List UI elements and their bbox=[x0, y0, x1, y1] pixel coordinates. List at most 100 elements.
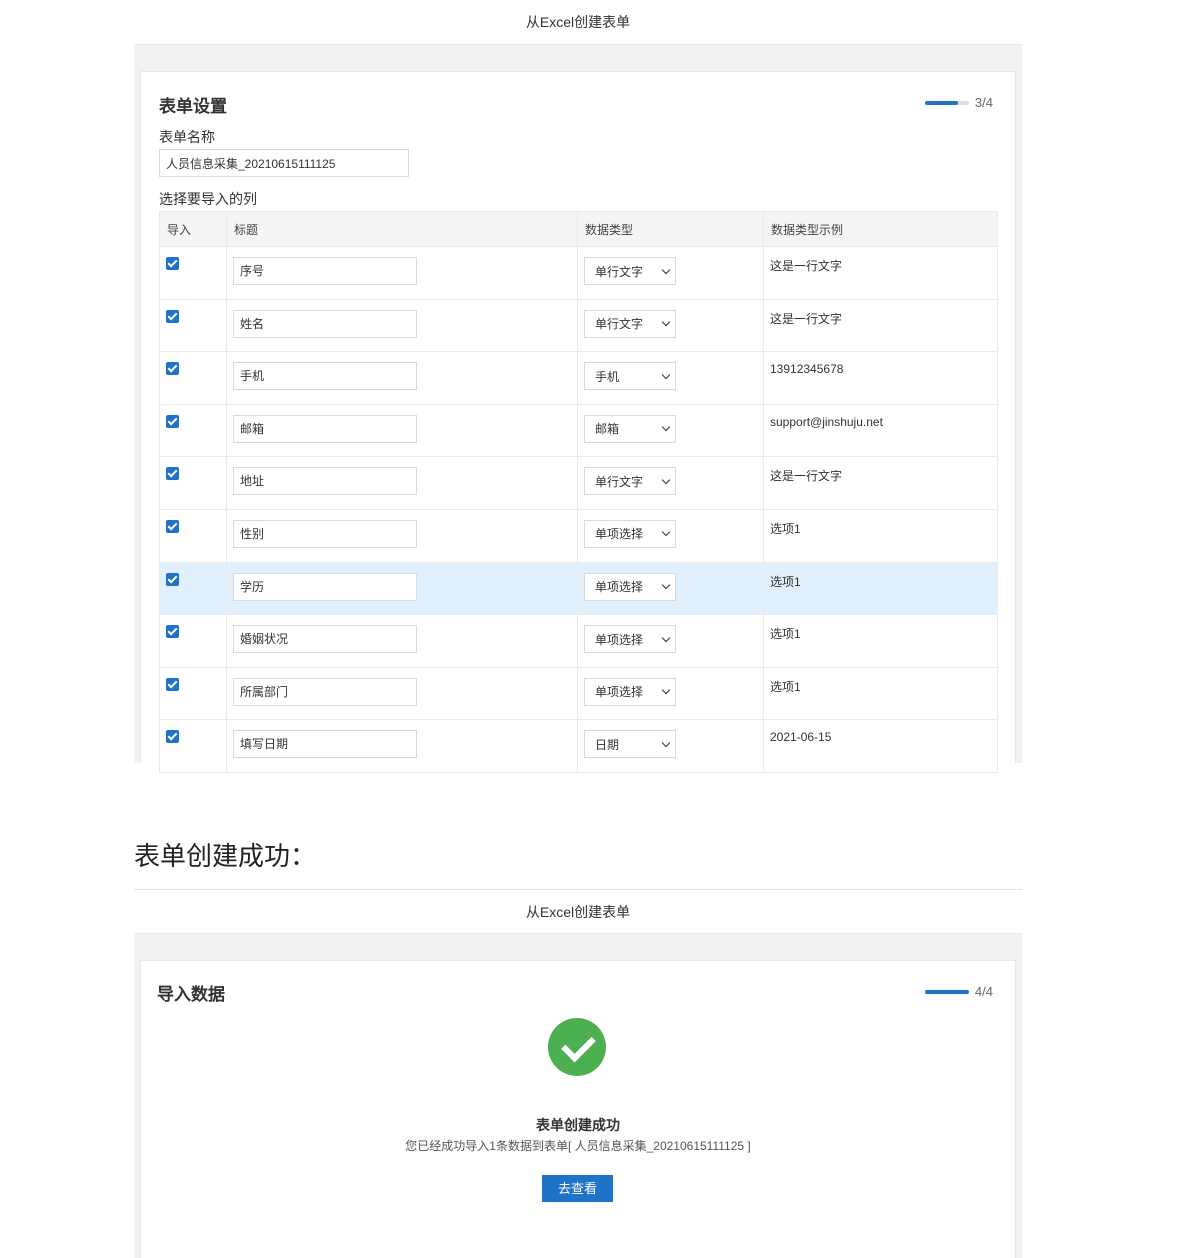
data-type-select[interactable]: 单项选择 bbox=[584, 572, 676, 601]
chevron-down-icon bbox=[661, 528, 671, 537]
window-title: 从Excel创建表单 bbox=[525, 14, 631, 30]
table-row: 姓名 单行文字 这是一行文字 bbox=[159, 298, 998, 353]
data-type-select[interactable]: 单项选择 bbox=[584, 519, 676, 548]
data-type-select[interactable]: 单行文字 bbox=[584, 467, 676, 496]
content-background-2: 导入数据 4/4 表单创建成功 您已经成功导入1条数据到表单[ 人员信息采集_2… bbox=[134, 933, 1022, 1258]
form-settings-card: 表单设置 3/4 表单名称 选择要导入的列 导入 标题 数据类型 数据类型示例 … bbox=[140, 71, 1016, 773]
table-row: 婚姻状况 单项选择 选项1 bbox=[159, 614, 998, 668]
import-cell bbox=[159, 246, 227, 300]
data-type-select[interactable]: 单行文字 bbox=[584, 309, 676, 338]
type-cell: 日期 bbox=[577, 719, 764, 773]
data-type-example: 这是一行文字 bbox=[770, 259, 843, 273]
type-cell: 单项选择 bbox=[577, 614, 764, 668]
import-checkbox[interactable] bbox=[166, 362, 179, 376]
chevron-down-icon bbox=[661, 370, 671, 379]
chevron-down-icon bbox=[661, 423, 671, 432]
import-cell bbox=[159, 456, 227, 510]
data-type-example: support@jinshuju.net bbox=[770, 414, 883, 429]
import-checkbox[interactable] bbox=[166, 677, 179, 691]
import-data-card: 导入数据 4/4 表单创建成功 您已经成功导入1条数据到表单[ 人员信息采集_2… bbox=[140, 960, 1016, 1258]
column-title-input[interactable]: 所属部门 bbox=[233, 677, 417, 706]
header-title: 标题 bbox=[226, 211, 578, 247]
import-checkbox[interactable] bbox=[166, 572, 179, 586]
columns-label: 选择要导入的列 bbox=[159, 191, 257, 207]
data-type-value: 日期 bbox=[595, 737, 620, 752]
table-row: 性别 单项选择 选项1 bbox=[159, 508, 998, 563]
import-checkbox[interactable] bbox=[166, 625, 179, 639]
header-type: 数据类型 bbox=[577, 211, 764, 247]
data-type-example: 13912345678 bbox=[770, 362, 844, 377]
title-cell: 序号 bbox=[226, 246, 578, 300]
chevron-down-icon bbox=[661, 317, 671, 327]
example-cell: 13912345678 bbox=[763, 351, 998, 405]
data-type-example: 选项1 bbox=[770, 574, 801, 589]
column-title-input[interactable]: 手机 bbox=[233, 362, 417, 391]
chevron-down-icon bbox=[661, 580, 671, 590]
data-type-value: 单行文字 bbox=[595, 264, 644, 279]
content-background: 表单设置 3/4 表单名称 选择要导入的列 导入 标题 数据类型 数据类型示例 … bbox=[134, 44, 1022, 773]
title-cell: 姓名 bbox=[226, 298, 578, 353]
title-cell: 婚姻状况 bbox=[226, 614, 578, 668]
type-cell: 单项选择 bbox=[577, 561, 764, 616]
section-heading: 表单创建成功： bbox=[134, 841, 317, 871]
example-cell: 这是一行文字 bbox=[763, 298, 998, 353]
data-type-value: 邮箱 bbox=[595, 422, 620, 437]
table-row: 所属部门 单项选择 选项1 bbox=[159, 666, 998, 721]
import-cell bbox=[159, 666, 227, 721]
import-checkbox[interactable] bbox=[166, 414, 179, 428]
import-checkbox[interactable] bbox=[166, 730, 179, 744]
title-cell: 填写日期 bbox=[226, 719, 578, 773]
type-cell: 单行文字 bbox=[577, 298, 764, 353]
data-type-select[interactable]: 日期 bbox=[584, 730, 676, 759]
type-cell: 手机 bbox=[577, 351, 764, 405]
data-type-select[interactable]: 单项选择 bbox=[584, 677, 676, 706]
import-cell bbox=[159, 351, 227, 405]
table-row: 填写日期 日期 2021-06-15 bbox=[159, 719, 998, 773]
title-cell: 性别 bbox=[226, 508, 578, 563]
chevron-down-icon bbox=[661, 633, 671, 642]
data-type-example: 这是一行文字 bbox=[770, 469, 843, 484]
import-checkbox[interactable] bbox=[166, 309, 179, 323]
chevron-down-icon bbox=[661, 265, 671, 274]
progress-text: 4/4 bbox=[974, 984, 993, 999]
table-row: 学历 单项选择 选项1 bbox=[159, 561, 998, 616]
data-type-value: 单项选择 bbox=[595, 685, 644, 700]
type-cell: 单行文字 bbox=[577, 246, 764, 300]
step-progress: 4/4 bbox=[924, 984, 993, 999]
type-cell: 单行文字 bbox=[577, 456, 764, 510]
data-type-select[interactable]: 手机 bbox=[584, 362, 676, 391]
form-name-input[interactable] bbox=[159, 149, 409, 177]
example-cell: 2021-06-15 bbox=[763, 719, 998, 773]
column-title-input[interactable]: 婚姻状况 bbox=[233, 625, 417, 654]
data-type-example: 选项1 bbox=[770, 627, 801, 642]
view-form-button[interactable]: 去查看 bbox=[542, 1175, 613, 1202]
table-row: 邮箱 邮箱 support@jinshuju.net bbox=[159, 403, 998, 458]
data-type-select[interactable]: 单项选择 bbox=[584, 625, 676, 654]
import-cell bbox=[159, 403, 227, 458]
table-header-row: 导入 标题 数据类型 数据类型示例 bbox=[159, 211, 998, 247]
success-message: 您已经成功导入1条数据到表单[ 人员信息采集_20210615111125 ] bbox=[405, 1139, 751, 1153]
progress-text: 3/4 bbox=[974, 95, 993, 110]
import-checkbox[interactable] bbox=[166, 467, 179, 481]
table-row: 手机 手机 13912345678 bbox=[159, 351, 998, 405]
column-title-input[interactable]: 邮箱 bbox=[233, 414, 417, 443]
example-cell: 这是一行文字 bbox=[763, 246, 998, 300]
column-title-input[interactable]: 填写日期 bbox=[233, 730, 417, 759]
data-type-select[interactable]: 单行文字 bbox=[584, 257, 676, 285]
import-cell bbox=[159, 614, 227, 668]
data-type-value: 单项选择 bbox=[595, 580, 644, 595]
column-title-input[interactable]: 姓名 bbox=[233, 309, 417, 338]
type-cell: 单项选择 bbox=[577, 666, 764, 721]
column-title-input[interactable]: 地址 bbox=[233, 467, 417, 496]
import-checkbox[interactable] bbox=[166, 257, 179, 270]
example-cell: 选项1 bbox=[763, 508, 998, 563]
column-title-input[interactable]: 学历 bbox=[233, 572, 417, 601]
chevron-down-icon bbox=[661, 475, 671, 485]
progress-track bbox=[924, 100, 969, 105]
import-checkbox[interactable] bbox=[166, 519, 179, 533]
column-title-input[interactable]: 序号 bbox=[233, 257, 417, 285]
success-check-icon bbox=[548, 1018, 606, 1076]
column-title-input[interactable]: 性别 bbox=[233, 519, 417, 548]
data-type-select[interactable]: 邮箱 bbox=[584, 414, 676, 443]
data-type-value: 单项选择 bbox=[595, 527, 644, 542]
